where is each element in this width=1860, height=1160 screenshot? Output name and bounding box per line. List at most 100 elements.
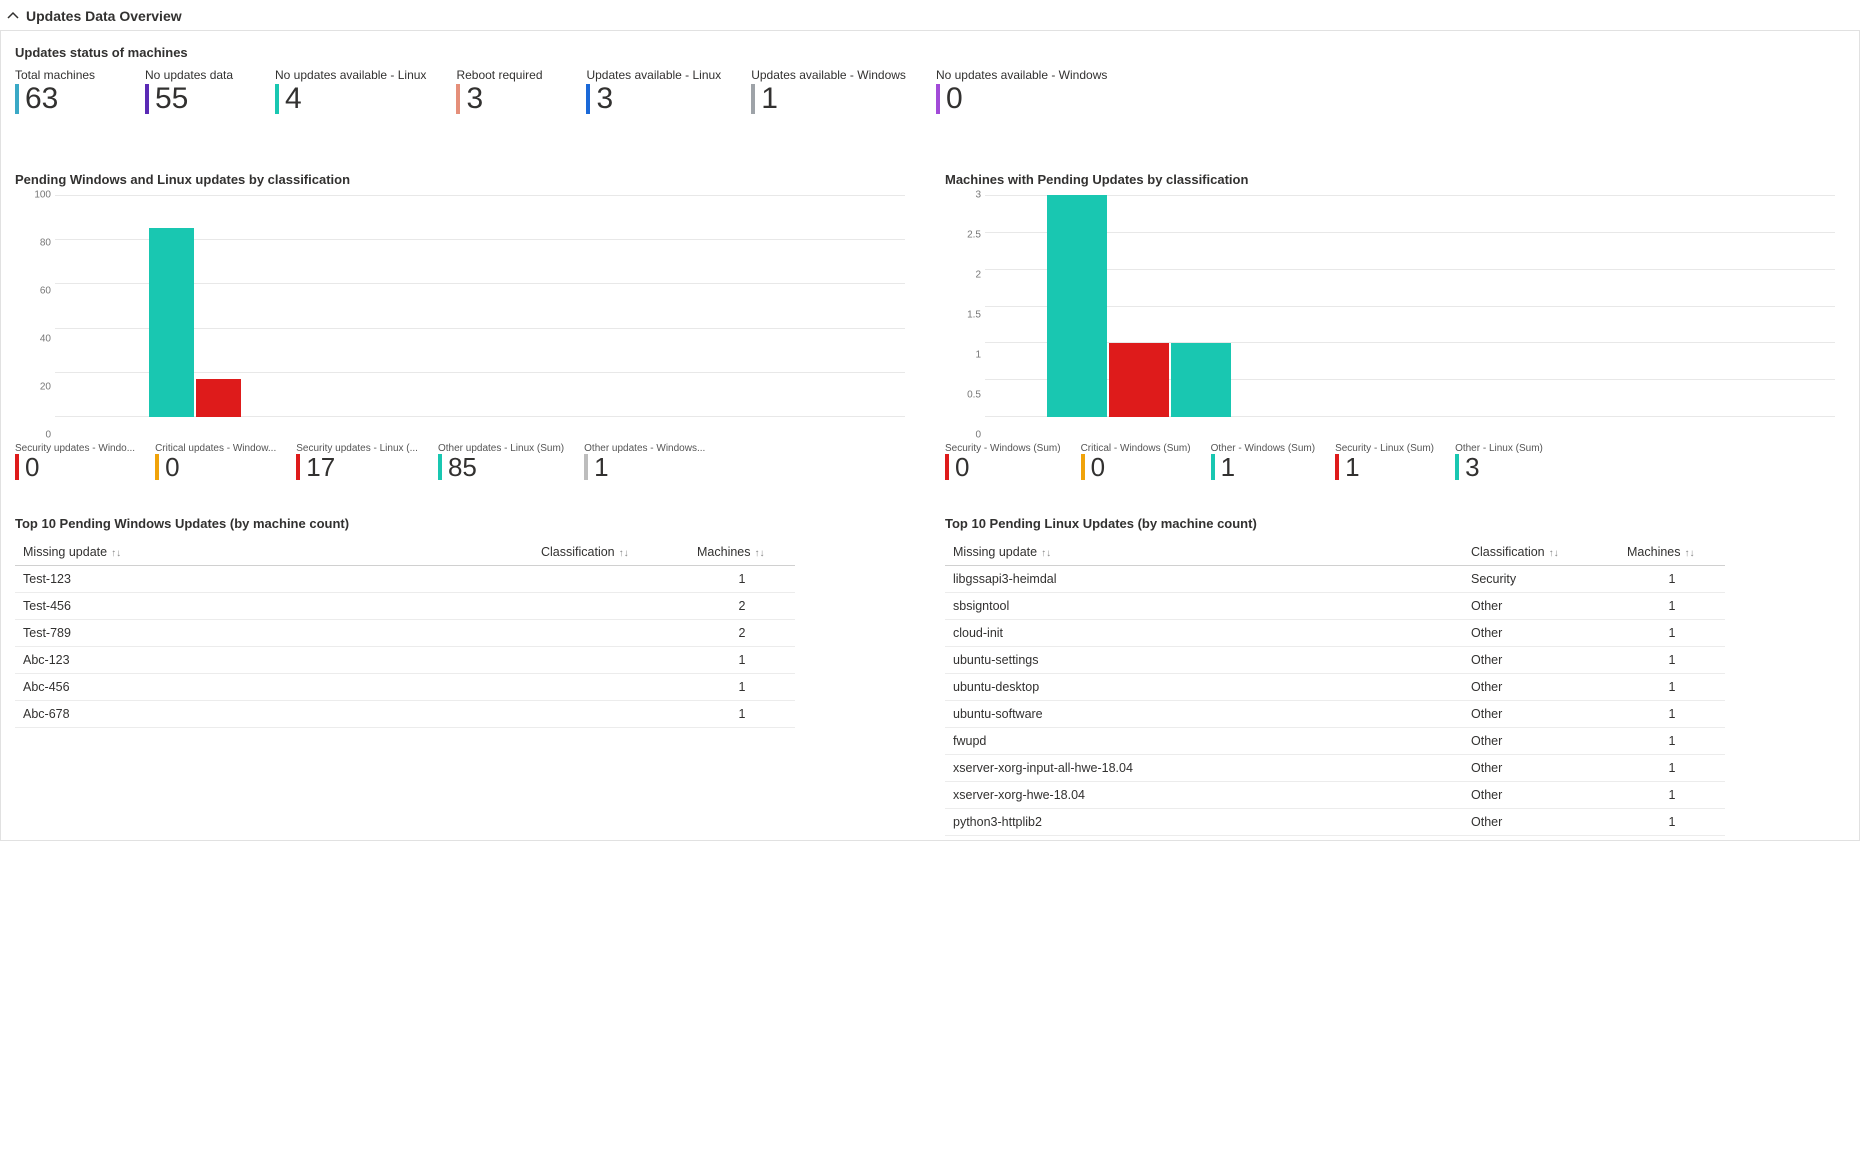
cell-update: sbsigntool <box>945 593 1463 620</box>
table-row[interactable]: Test-4562 <box>15 593 795 620</box>
legend-accent-bar <box>1455 454 1459 480</box>
section-header[interactable]: Updates Data Overview <box>0 0 1860 31</box>
table-row[interactable]: xserver-xorg-hwe-18.04Other1 <box>945 782 1725 809</box>
cell-machines: 1 <box>1619 809 1725 836</box>
legend-accent-bar <box>155 454 159 480</box>
cell-update: Abc-123 <box>15 647 533 674</box>
y-tick-label: 0.5 <box>945 390 981 401</box>
table-row[interactable]: ubuntu-settingsOther1 <box>945 647 1725 674</box>
kpi-tile[interactable]: Updates available - Linux3 <box>586 68 721 114</box>
y-tick-label: 1 <box>945 349 981 360</box>
legend-stat[interactable]: Security - Linux (Sum)1 <box>1335 443 1435 480</box>
kpi-tile[interactable]: Total machines63 <box>15 68 115 114</box>
legend-value: 17 <box>306 454 335 480</box>
column-label: Missing update <box>953 545 1037 559</box>
legend-stat[interactable]: Other updates - Linux (Sum)85 <box>438 443 564 480</box>
table-row[interactable]: xserver-xorg-input-all-hwe-18.04Other1 <box>945 755 1725 782</box>
column-header[interactable]: Classification↑↓ <box>533 539 689 566</box>
legend-stat[interactable]: Critical updates - Window...0 <box>155 443 276 480</box>
table-row[interactable]: libgssapi3-heimdalSecurity1 <box>945 566 1725 593</box>
kpi-accent-bar <box>145 84 149 114</box>
cell-machines: 1 <box>1619 782 1725 809</box>
kpi-tile[interactable]: No updates data55 <box>145 68 245 114</box>
kpi-accent-bar <box>275 84 279 114</box>
bar[interactable] <box>1109 343 1169 417</box>
y-tick-label: 100 <box>15 190 51 201</box>
bar-chart[interactable]: 00.511.522.53 <box>945 195 1845 435</box>
kpi-tile[interactable]: No updates available - Linux4 <box>275 68 426 114</box>
column-header[interactable]: Machines ↑↓ <box>689 539 795 566</box>
table-row[interactable]: sbsigntoolOther1 <box>945 593 1725 620</box>
bar[interactable] <box>196 379 241 417</box>
cell-classification <box>533 647 689 674</box>
legend-accent-bar <box>438 454 442 480</box>
cell-update: Abc-456 <box>15 674 533 701</box>
legend-stat[interactable]: Security - Windows (Sum)0 <box>945 443 1061 480</box>
chart-pending-updates: Pending Windows and Linux updates by cla… <box>15 168 915 480</box>
legend-accent-bar <box>296 454 300 480</box>
y-tick-label: 40 <box>15 334 51 345</box>
cell-classification <box>533 620 689 647</box>
cell-classification: Security <box>1463 566 1619 593</box>
table-row[interactable]: ubuntu-desktopOther1 <box>945 674 1725 701</box>
table-title: Top 10 Pending Linux Updates (by machine… <box>945 516 1845 531</box>
kpi-accent-bar <box>936 84 940 114</box>
legend-stat[interactable]: Security updates - Linux (...17 <box>296 443 418 480</box>
cell-classification: Other <box>1463 728 1619 755</box>
column-header[interactable]: Classification↑↓ <box>1463 539 1619 566</box>
legend-stat[interactable]: Other updates - Windows...1 <box>584 443 705 480</box>
y-tick-label: 20 <box>15 382 51 393</box>
bar[interactable] <box>1047 195 1107 417</box>
sort-icon: ↑↓ <box>755 548 765 559</box>
table-row[interactable]: Abc-1231 <box>15 647 795 674</box>
kpi-label: Reboot required <box>456 68 556 82</box>
kpi-tile[interactable]: Reboot required 3 <box>456 68 556 114</box>
data-table[interactable]: Missing update↑↓Classification↑↓Machines… <box>15 539 795 728</box>
data-table[interactable]: Missing update↑↓Classification↑↓Machines… <box>945 539 1725 836</box>
table-row[interactable]: Abc-6781 <box>15 701 795 728</box>
table-row[interactable]: Abc-4561 <box>15 674 795 701</box>
cell-classification: Other <box>1463 809 1619 836</box>
kpi-value: 3 <box>596 84 613 114</box>
column-header[interactable]: Machines↑↓ <box>1619 539 1725 566</box>
table-row[interactable]: Test-7892 <box>15 620 795 647</box>
table-row[interactable]: python3-httplib2Other1 <box>945 809 1725 836</box>
cell-classification: Other <box>1463 620 1619 647</box>
legend-value: 3 <box>1465 454 1479 480</box>
legend-value: 0 <box>25 454 39 480</box>
y-tick-label: 60 <box>15 286 51 297</box>
kpi-value: 1 <box>761 84 778 114</box>
chart-machines-updates: Machines with Pending Updates by classif… <box>945 168 1845 480</box>
legend-stat[interactable]: Critical - Windows (Sum)0 <box>1081 443 1191 480</box>
column-label: Machines <box>1627 545 1681 559</box>
cell-update: Test-123 <box>15 566 533 593</box>
bar[interactable] <box>149 228 194 417</box>
legend-stat[interactable]: Other - Windows (Sum)1 <box>1211 443 1315 480</box>
kpi-tile[interactable]: No updates available - Windows0 <box>936 68 1107 114</box>
column-label: Machines <box>697 545 751 559</box>
table-row[interactable]: cloud-initOther1 <box>945 620 1725 647</box>
bar[interactable] <box>1171 343 1231 417</box>
legend-stat[interactable]: Security updates - Windo...0 <box>15 443 135 480</box>
kpi-accent-bar <box>15 84 19 114</box>
kpi-value: 4 <box>285 84 302 114</box>
legend-value: 1 <box>1221 454 1235 480</box>
cell-machines: 1 <box>1619 755 1725 782</box>
y-tick-label: 0 <box>15 430 51 441</box>
table-row[interactable]: fwupdOther1 <box>945 728 1725 755</box>
column-header[interactable]: Missing update↑↓ <box>945 539 1463 566</box>
table-row[interactable]: Test-1231 <box>15 566 795 593</box>
kpi-value: 3 <box>466 84 483 114</box>
cell-classification: Other <box>1463 674 1619 701</box>
kpi-tile[interactable]: Updates available - Windows1 <box>751 68 906 114</box>
cell-classification <box>533 566 689 593</box>
cell-classification <box>533 701 689 728</box>
column-label: Classification <box>541 545 615 559</box>
legend-stat[interactable]: Other - Linux (Sum)3 <box>1455 443 1555 480</box>
bar-chart[interactable]: 020406080100 <box>15 195 915 435</box>
column-header[interactable]: Missing update↑↓ <box>15 539 533 566</box>
legend-accent-bar <box>584 454 588 480</box>
charts-row: Pending Windows and Linux updates by cla… <box>1 158 1859 484</box>
table-row[interactable]: ubuntu-softwareOther1 <box>945 701 1725 728</box>
cell-classification: Other <box>1463 782 1619 809</box>
